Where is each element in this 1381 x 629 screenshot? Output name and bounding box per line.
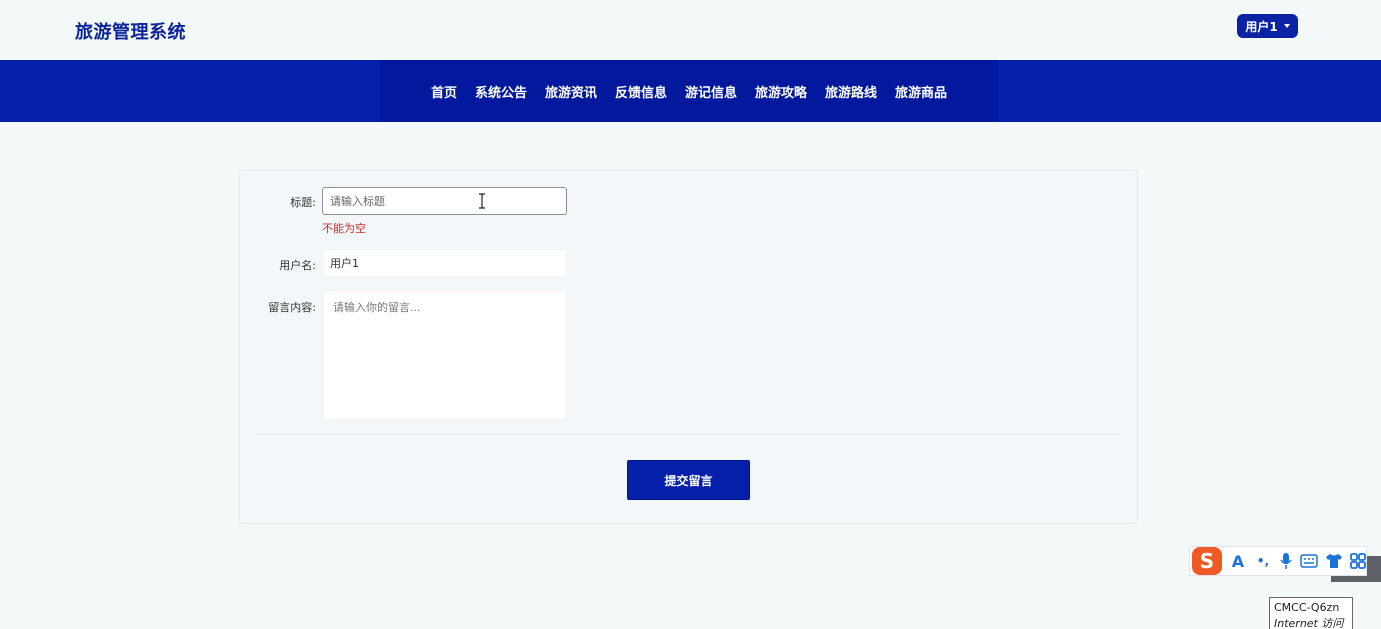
user-menu-label: 用户1 <box>1245 19 1278 34</box>
skin-icon[interactable] <box>1325 553 1343 569</box>
ime-toolbar: S A •, <box>1189 546 1367 576</box>
nav-items: 首页 系统公告 旅游资讯 反馈信息 游记信息 旅游攻略 旅游路线 旅游商品 <box>380 60 998 122</box>
apps-icon[interactable] <box>1350 553 1366 569</box>
nav-item-home[interactable]: 首页 <box>431 82 457 101</box>
form-divider <box>256 434 1120 435</box>
network-ssid: CMCC-Q6zn <box>1274 601 1340 614</box>
title-error-message: 不能为空 <box>322 222 366 235</box>
top-bar: 旅游管理系统 用户1 <box>0 0 1381 60</box>
user-menu-button[interactable]: 用户1 <box>1237 14 1298 38</box>
text-cursor-icon <box>479 193 485 209</box>
content-label: 留言内容: <box>268 301 316 314</box>
message-form-card: 标题: 不能为空 用户名: 留言内容: 提交留言 <box>239 170 1138 524</box>
content-textarea[interactable] <box>322 290 567 420</box>
network-status: Internet 访问 <box>1274 617 1344 629</box>
title-input[interactable] <box>322 187 567 215</box>
punctuation-icon[interactable]: •, <box>1254 554 1272 568</box>
site-brand[interactable]: 旅游管理系统 <box>75 18 186 44</box>
nav-item-guides[interactable]: 旅游攻略 <box>755 82 807 101</box>
submit-message-button[interactable]: 提交留言 <box>627 460 750 500</box>
font-icon[interactable]: A <box>1229 552 1247 571</box>
nav-item-travelogues[interactable]: 游记信息 <box>685 82 737 101</box>
network-tooltip: CMCC-Q6zn Internet 访问 <box>1269 597 1353 629</box>
keyboard-icon[interactable] <box>1300 554 1318 568</box>
chevron-down-icon <box>1283 24 1290 28</box>
nav-item-feedback[interactable]: 反馈信息 <box>615 82 667 101</box>
nav-item-routes[interactable]: 旅游路线 <box>825 82 877 101</box>
nav-item-news[interactable]: 旅游资讯 <box>545 82 597 101</box>
sogou-logo-icon[interactable]: S <box>1192 547 1222 575</box>
main-nav: 首页 系统公告 旅游资讯 反馈信息 游记信息 旅游攻略 旅游路线 旅游商品 <box>0 60 1381 122</box>
username-label: 用户名: <box>279 259 316 272</box>
title-label: 标题: <box>290 196 316 209</box>
microphone-icon[interactable] <box>1279 552 1293 570</box>
nav-item-products[interactable]: 旅游商品 <box>895 82 947 101</box>
nav-item-announcements[interactable]: 系统公告 <box>475 82 527 101</box>
username-input[interactable] <box>322 249 567 277</box>
